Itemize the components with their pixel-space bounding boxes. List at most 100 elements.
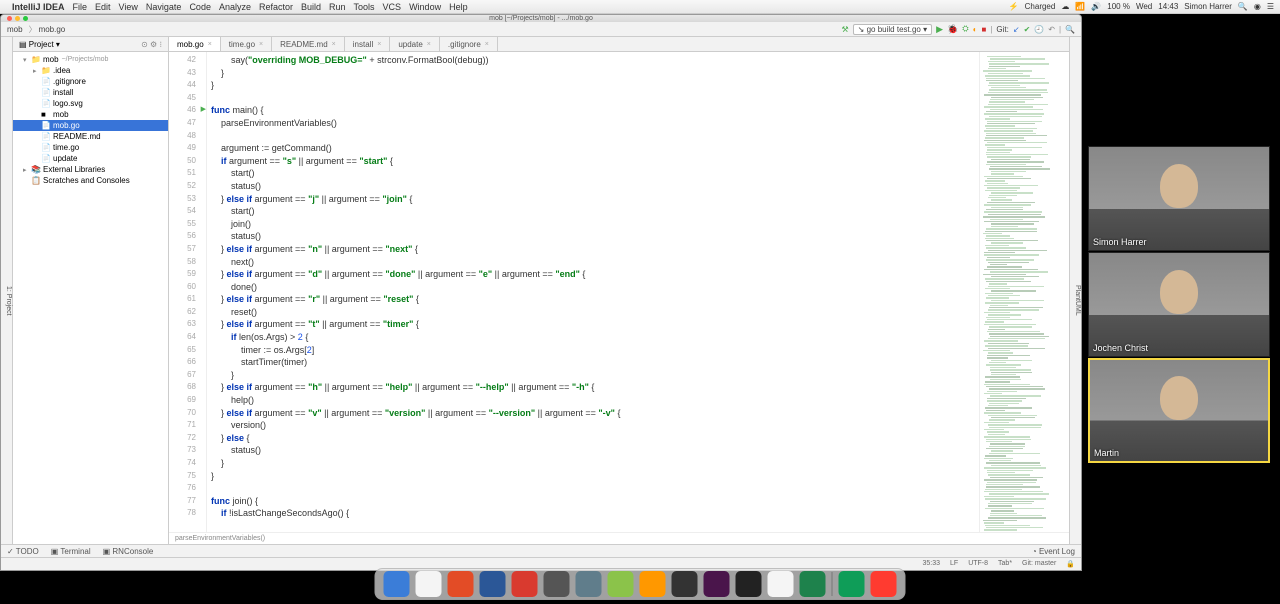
indent[interactable]: Tab*	[998, 560, 1012, 568]
menu-file[interactable]: File	[73, 2, 88, 12]
encoding[interactable]: UTF-8	[968, 560, 988, 568]
close-icon[interactable]: ×	[427, 41, 431, 48]
menu-vcs[interactable]: VCS	[383, 2, 402, 12]
dock-app-icon[interactable]	[768, 571, 794, 597]
tree-item[interactable]: 📄mob.go	[13, 120, 168, 131]
tree-item[interactable]: 📄logo.svg	[13, 98, 168, 109]
lock-icon[interactable]: 🔒	[1066, 560, 1075, 568]
code-content[interactable]: say("overriding MOB_DEBUG=" + strconv.Fo…	[207, 52, 979, 532]
line-gutter[interactable]: 4243444546▶47484950515253545556575859606…	[169, 52, 207, 532]
menu-view[interactable]: View	[119, 2, 138, 12]
menu-tools[interactable]: Tools	[354, 2, 375, 12]
tool-rnconsole[interactable]: ▣ RNConsole	[103, 547, 154, 556]
editor-breadcrumb[interactable]: parseEnvironmentVariables()	[169, 532, 1069, 544]
app-name[interactable]: IntelliJ IDEA	[12, 2, 65, 12]
notifications-icon[interactable]: ☰	[1267, 2, 1274, 11]
dock-app-icon[interactable]	[384, 571, 410, 597]
breadcrumb-file[interactable]: mob.go	[39, 25, 66, 34]
siri-icon[interactable]: ◉	[1254, 2, 1261, 11]
tree-item[interactable]: 📄install	[13, 87, 168, 98]
coverage-icon[interactable]: ⛭	[962, 24, 968, 34]
tree-item[interactable]: 📋Scratches and Consoles	[13, 175, 168, 186]
status-icon[interactable]: ⚡	[1009, 2, 1019, 11]
run-icon[interactable]: ▶	[936, 24, 943, 35]
close-icon[interactable]: ×	[377, 41, 381, 48]
tree-item[interactable]: 📄update	[13, 153, 168, 164]
run-gutter-icon[interactable]: ▶	[201, 104, 206, 117]
tool-todo[interactable]: ✓ TODO	[7, 547, 39, 556]
video-tile[interactable]: Martin	[1088, 358, 1270, 463]
gear-icon[interactable]: ⊙ ⚙ ⁝	[141, 40, 162, 49]
close-window-icon[interactable]	[7, 16, 12, 21]
dock-app-icon[interactable]	[640, 571, 666, 597]
dock-app-icon[interactable]	[608, 571, 634, 597]
close-icon[interactable]: ×	[208, 41, 212, 48]
line-separator[interactable]: LF	[950, 560, 958, 568]
dock-app-icon[interactable]	[800, 571, 826, 597]
editor-tab[interactable]: install×	[345, 37, 391, 51]
dock-app-icon[interactable]	[839, 571, 865, 597]
volume-icon[interactable]: 🔊	[1091, 2, 1101, 11]
menu-edit[interactable]: Edit	[95, 2, 111, 12]
vcs-update-icon[interactable]: ↙	[1013, 25, 1020, 34]
window-titlebar[interactable]: mob [~/Projects/mob] - .../mob.go	[1, 15, 1081, 22]
editor-tab[interactable]: time.go×	[221, 37, 272, 51]
menu-refactor[interactable]: Refactor	[259, 2, 293, 12]
tree-item[interactable]: ▾📁mob~/Projects/mob	[13, 54, 168, 65]
menu-navigate[interactable]: Navigate	[146, 2, 182, 12]
status-icon[interactable]: ☁	[1061, 2, 1069, 11]
vcs-commit-icon[interactable]: ✔	[1024, 25, 1031, 34]
tree-item[interactable]: ▸📚External Libraries	[13, 164, 168, 175]
menu-build[interactable]: Build	[301, 2, 321, 12]
user-name[interactable]: Simon Harrer	[1184, 2, 1232, 11]
close-icon[interactable]: ×	[259, 41, 263, 48]
search-everywhere-icon[interactable]: 🔍	[1065, 25, 1075, 34]
tool-eventlog[interactable]: ◔ Event Log	[1032, 547, 1075, 556]
project-view-selector[interactable]: ▤ Project ▾	[19, 40, 60, 49]
vcs-history-icon[interactable]: 🕘	[1034, 25, 1044, 34]
tree-item[interactable]: ■mob	[13, 109, 168, 120]
close-icon[interactable]: ×	[485, 41, 489, 48]
git-branch[interactable]: Git: master	[1022, 560, 1056, 568]
menu-window[interactable]: Window	[409, 2, 441, 12]
dock-app-icon[interactable]	[448, 571, 474, 597]
dock-app-icon[interactable]	[544, 571, 570, 597]
editor-tab[interactable]: .gitignore×	[440, 37, 498, 51]
vcs-revert-icon[interactable]: ↶	[1048, 25, 1055, 34]
tree-item[interactable]: ▸📁.idea	[13, 65, 168, 76]
profile-icon[interactable]: ◐	[973, 25, 978, 34]
run-config-dropdown[interactable]: ↘ go build test.go ▾	[853, 24, 932, 35]
close-icon[interactable]: ×	[332, 41, 336, 48]
tree-item[interactable]: 📄README.md	[13, 131, 168, 142]
code-minimap[interactable]	[979, 52, 1069, 532]
menu-code[interactable]: Code	[189, 2, 211, 12]
tree-item[interactable]: 📄.gitignore	[13, 76, 168, 87]
search-icon[interactable]: 🔍	[1238, 2, 1248, 11]
tree-item[interactable]: 📄time.go	[13, 142, 168, 153]
dock-app-icon[interactable]	[736, 571, 762, 597]
dock-app-icon[interactable]	[871, 571, 897, 597]
wifi-icon[interactable]: 📶	[1075, 2, 1085, 11]
stop-icon[interactable]: ■	[982, 25, 987, 34]
zoom-window-icon[interactable]	[23, 16, 28, 21]
dock-app-icon[interactable]	[672, 571, 698, 597]
dock-app-icon[interactable]	[480, 571, 506, 597]
minimize-window-icon[interactable]	[15, 16, 20, 21]
editor-tab[interactable]: update×	[390, 37, 440, 51]
tool-project[interactable]: 1: Project	[5, 286, 12, 316]
editor-tab[interactable]: mob.go×	[169, 37, 221, 51]
tool-plantuml[interactable]: PlantUML	[1074, 285, 1081, 316]
tool-terminal[interactable]: ▣ Terminal	[51, 547, 91, 556]
editor-tab[interactable]: README.md×	[272, 37, 345, 51]
dock-app-icon[interactable]	[576, 571, 602, 597]
video-tile[interactable]: Jochen Christ	[1088, 252, 1270, 357]
menu-help[interactable]: Help	[449, 2, 468, 12]
breadcrumb-root[interactable]: mob	[7, 25, 23, 34]
menu-run[interactable]: Run	[329, 2, 346, 12]
dock-app-icon[interactable]	[416, 571, 442, 597]
cursor-position[interactable]: 35:33	[922, 560, 940, 568]
build-icon[interactable]: ⚒	[841, 25, 848, 34]
menu-analyze[interactable]: Analyze	[219, 2, 251, 12]
dock-app-icon[interactable]	[704, 571, 730, 597]
dock-app-icon[interactable]	[512, 571, 538, 597]
